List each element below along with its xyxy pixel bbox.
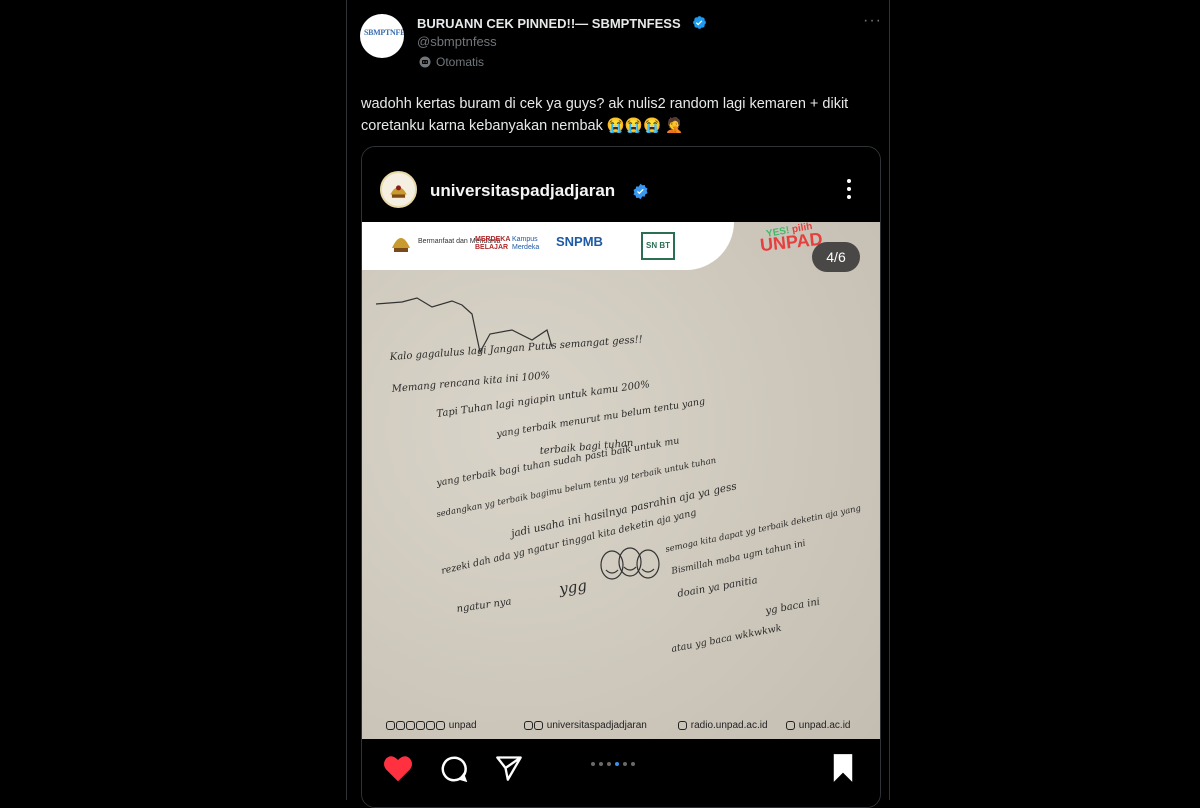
note-line-16: atau yg baca wkkwkwk bbox=[670, 623, 782, 655]
social-unpad-text: unpad bbox=[448, 720, 477, 731]
smiley-faces-drawing bbox=[600, 547, 660, 580]
instagram-verified-icon bbox=[633, 183, 648, 200]
like-heart-icon[interactable] bbox=[382, 753, 414, 783]
note-line-1: Kalo gagalulus lagi Jangan Putus semanga… bbox=[388, 334, 643, 363]
note-line-2: Memang rencana kita ini 100% bbox=[390, 370, 550, 395]
more-options-icon[interactable]: ··· bbox=[863, 12, 882, 30]
comment-icon[interactable] bbox=[439, 754, 469, 784]
tweet-media[interactable]: universitaspadjadjaran Bermanfaat dan Me… bbox=[361, 146, 881, 808]
social-unpad: unpad bbox=[386, 720, 477, 731]
social-instagram-text: universitaspadjadjaran bbox=[546, 720, 647, 731]
automated-text: Otomatis bbox=[436, 55, 485, 69]
unpad-logo-icon bbox=[390, 185, 407, 198]
carousel-dots bbox=[591, 762, 635, 766]
account-handle[interactable]: @sbmptnfess bbox=[417, 34, 497, 49]
carousel-dot bbox=[591, 762, 595, 766]
note-line-7: sedangkan yg terbaik bagimu belum tentu … bbox=[436, 456, 717, 520]
automated-label[interactable]: Otomatis bbox=[419, 55, 484, 69]
instagram-more-icon[interactable] bbox=[846, 177, 852, 201]
social-web-text: unpad.ac.id bbox=[798, 720, 851, 731]
instagram-username[interactable]: universitaspadjadjaran bbox=[430, 181, 615, 201]
carousel-dot bbox=[607, 762, 611, 766]
social-web: unpad.ac.id bbox=[786, 720, 851, 731]
unpad-avatar[interactable] bbox=[380, 171, 417, 208]
note-line-10: ngatur nya bbox=[456, 596, 512, 615]
bookmark-icon[interactable] bbox=[831, 753, 855, 783]
bot-icon bbox=[419, 56, 431, 68]
verified-badge-icon bbox=[693, 16, 706, 29]
account-avatar[interactable]: SBMPTNFESS bbox=[360, 14, 404, 58]
display-name[interactable]: BURUANN CEK PINNED!!— SBMPTNFESS bbox=[417, 16, 681, 31]
handwriting-layer: Kalo gagalulus lagi Jangan Putus semanga… bbox=[375, 297, 863, 655]
instagram-header: universitaspadjadjaran bbox=[362, 147, 880, 222]
note-line-14: doain ya panitia bbox=[677, 575, 759, 600]
note-line-6: yang terbaik bagi tuhan sudah pasti baik… bbox=[435, 435, 681, 489]
social-radio: radio.unpad.ac.id bbox=[678, 720, 768, 731]
share-icon[interactable] bbox=[495, 754, 523, 782]
social-footer: unpad universitaspadjadjaran radio.unpad… bbox=[362, 714, 880, 739]
tweet-text: wadohh kertas buram di cek ya guys? ak n… bbox=[361, 96, 849, 134]
social-instagram: universitaspadjadjaran bbox=[524, 720, 647, 731]
avatar-logo: SBMPTNFESS bbox=[364, 28, 404, 37]
social-radio-text: radio.unpad.ac.id bbox=[690, 720, 768, 731]
note-line-11: ygg bbox=[557, 576, 588, 598]
carousel-dot bbox=[599, 762, 603, 766]
carousel-dot bbox=[623, 762, 627, 766]
note-line-15: yg baca ini bbox=[764, 597, 821, 618]
carousel-dot bbox=[631, 762, 635, 766]
instagram-action-bar bbox=[362, 739, 880, 807]
handwritten-note-image: Bermanfaat dan Mendunia MERDEKA BELAJAR … bbox=[362, 222, 880, 739]
carousel-dot-active bbox=[615, 762, 619, 766]
